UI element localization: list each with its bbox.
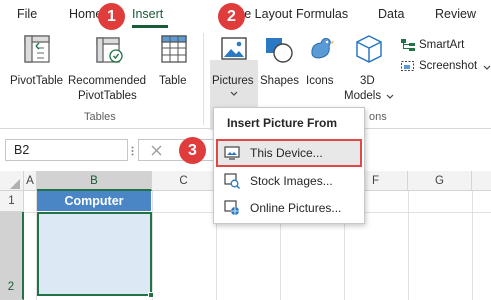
recommended-label-line1: Recommended	[68, 75, 146, 87]
select-all-triangle-icon	[10, 179, 20, 189]
column-header-g[interactable]: G	[408, 171, 472, 191]
illustrations-group-label: ons	[369, 111, 387, 123]
tab-home[interactable]: Home	[69, 7, 99, 21]
row-header-1[interactable]: 1	[0, 191, 24, 212]
name-box-dots-icon	[131, 146, 134, 156]
tab-insert[interactable]: Insert	[132, 7, 163, 21]
3d-models-button[interactable]: 3D Models	[342, 34, 394, 106]
this-device-icon	[224, 146, 240, 160]
smartart-icon	[401, 39, 415, 51]
table-icon	[161, 35, 187, 63]
column-header-a[interactable]: A	[24, 171, 37, 191]
tab-review[interactable]: Review	[435, 7, 476, 21]
smartart-button[interactable]: SmartArt	[400, 37, 488, 55]
dropdown-title: Insert Picture From	[227, 116, 338, 130]
shapes-button[interactable]: Shapes	[259, 34, 299, 94]
3d-models-label-line2: Models	[344, 90, 382, 102]
recommended-pivottables-button[interactable]: Recommended PivotTables	[66, 34, 150, 106]
icons-label: Icons	[306, 75, 334, 87]
this-device-menu-item[interactable]: This Device...	[216, 139, 362, 167]
column-header-c[interactable]: C	[152, 171, 216, 191]
chevron-down-icon	[386, 94, 394, 99]
active-tab-underline	[132, 25, 168, 28]
3d-cube-icon	[356, 35, 382, 63]
tab-formulas[interactable]: Formulas	[296, 7, 348, 21]
pictures-label: Pictures	[212, 75, 254, 87]
pivottable-button[interactable]: PivotTable	[8, 34, 66, 94]
tab-data[interactable]: Data	[378, 7, 404, 21]
cell-b1[interactable]: Computer	[37, 191, 151, 211]
online-pictures-label: Online Pictures...	[250, 201, 342, 215]
group-separator	[203, 33, 204, 125]
icons-button[interactable]: Icons	[302, 34, 340, 94]
insert-picture-dropdown: Insert Picture From This Device... Stock…	[213, 107, 365, 224]
recommended-label-line2: PivotTables	[78, 90, 137, 102]
shapes-icon	[266, 38, 293, 63]
recommended-pivottables-icon	[96, 37, 123, 63]
select-all-corner[interactable]	[0, 171, 24, 191]
screenshot-label: Screenshot	[419, 60, 478, 72]
name-box-value: B2	[14, 143, 30, 157]
pivottable-label: PivotTable	[10, 75, 64, 87]
icons-icon	[311, 38, 334, 59]
table-button[interactable]: Table	[155, 34, 193, 94]
tab-file[interactable]: File	[17, 7, 37, 21]
screenshot-icon	[401, 61, 414, 71]
this-device-label: This Device...	[250, 146, 323, 160]
pictures-icon	[221, 37, 247, 60]
formula-buttons-area	[138, 139, 218, 161]
close-icon[interactable]	[151, 145, 162, 156]
chevron-down-icon	[230, 91, 238, 96]
table-label: Table	[159, 75, 187, 87]
tables-group-label: Tables	[84, 111, 116, 123]
stock-images-label: Stock Images...	[250, 174, 333, 188]
fill-handle[interactable]	[148, 292, 154, 298]
gridline	[472, 191, 473, 300]
row-header-2[interactable]: 2	[0, 212, 24, 300]
pictures-button[interactable]: Pictures	[210, 34, 258, 102]
shapes-label: Shapes	[260, 75, 300, 87]
name-box[interactable]: B2	[5, 139, 128, 161]
smartart-label: SmartArt	[419, 39, 465, 51]
stock-images-menu-item[interactable]: Stock Images...	[218, 169, 360, 193]
column-header-partial	[472, 171, 491, 191]
step-badge-2: 2	[218, 3, 245, 30]
cell-b2-selected[interactable]	[37, 212, 152, 296]
online-pictures-menu-item[interactable]: Online Pictures...	[218, 196, 360, 220]
step-badge-1: 1	[98, 3, 125, 30]
column-header-b[interactable]: B	[37, 171, 152, 191]
pivottable-icon	[24, 35, 50, 63]
chevron-down-icon	[483, 65, 491, 70]
gridline	[408, 191, 409, 300]
gridline	[152, 191, 153, 300]
online-pictures-icon	[224, 200, 239, 215]
3d-models-label-line1: 3D	[360, 75, 375, 87]
screenshot-button[interactable]: Screenshot	[400, 58, 491, 76]
step-badge-3: 3	[179, 137, 206, 164]
stock-images-icon	[224, 173, 240, 189]
